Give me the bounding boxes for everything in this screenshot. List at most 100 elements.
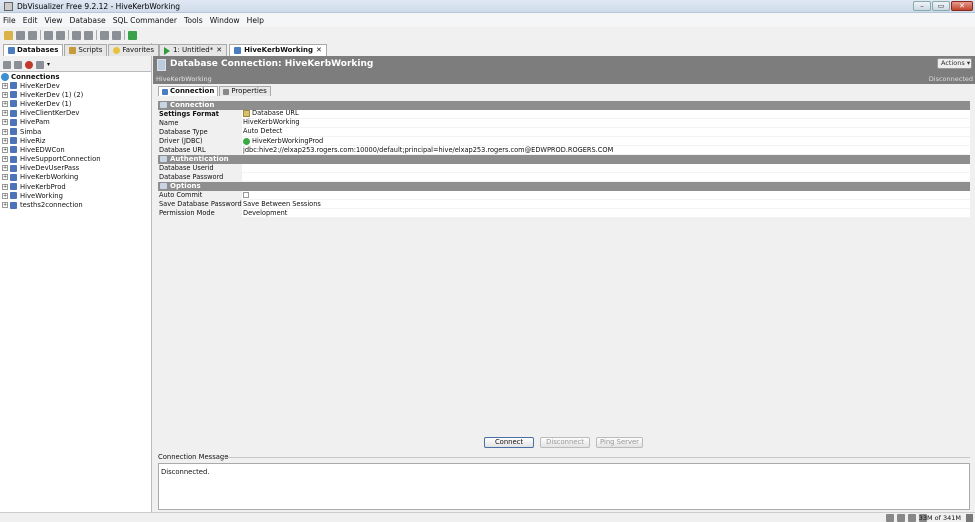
close-icon[interactable]: ✕ xyxy=(216,45,222,56)
maximize-button[interactable]: ▭ xyxy=(932,1,950,11)
expand-icon[interactable]: + xyxy=(2,192,8,199)
tree-item[interactable]: + HiveDevUserPass xyxy=(0,164,151,173)
expand-icon[interactable]: + xyxy=(2,146,8,153)
tree-item[interactable]: + HiveSupportConnection xyxy=(0,155,151,164)
minimize-button[interactable]: – xyxy=(913,1,931,11)
connection-icon xyxy=(157,59,166,71)
menu-file[interactable]: File xyxy=(3,16,16,25)
grid-icon[interactable] xyxy=(886,514,894,522)
password-field[interactable] xyxy=(242,173,970,183)
settings-icon[interactable] xyxy=(908,514,916,522)
chevron-down-icon[interactable]: ▾ xyxy=(47,61,50,68)
toolbar-separator xyxy=(96,30,97,40)
menu-window[interactable]: Window xyxy=(210,16,240,25)
permission-select[interactable]: Development xyxy=(242,209,970,219)
print-icon[interactable] xyxy=(72,30,81,40)
expand-icon[interactable]: + xyxy=(2,156,8,163)
expand-icon[interactable]: + xyxy=(2,100,8,107)
tree-item[interactable]: + HiveKerDev (1) (2) xyxy=(0,90,151,99)
close-window-button[interactable]: ✕ xyxy=(951,1,973,11)
connect-button[interactable]: Connect xyxy=(484,437,534,448)
connection-message-box[interactable]: Disconnected. xyxy=(158,463,970,510)
database-icon xyxy=(10,128,17,136)
status-bar: 33M of 341M xyxy=(0,512,975,522)
main-toolbar xyxy=(0,28,975,42)
tab-properties[interactable]: Properties xyxy=(219,86,271,96)
expand-icon[interactable]: + xyxy=(2,119,8,126)
expand-icon[interactable]: + xyxy=(2,174,8,181)
database-type-select[interactable]: Auto Detect xyxy=(242,127,970,138)
list-icon[interactable] xyxy=(897,514,905,522)
section-connection: Connection xyxy=(158,101,970,110)
expand-icon[interactable]: + xyxy=(2,165,8,172)
expand-icon[interactable]: + xyxy=(2,183,8,190)
tree-item-label: HiveKerbWorking xyxy=(20,173,79,182)
tree-item-label: HiveKerbProd xyxy=(20,182,66,191)
expand-icon[interactable]: + xyxy=(2,202,8,209)
tab-favorites[interactable]: Favorites xyxy=(108,44,159,56)
disconnect-icon[interactable] xyxy=(56,30,65,40)
tree-item[interactable]: + HiveKerDev xyxy=(0,81,151,90)
tree-item[interactable]: + HiveRiz xyxy=(0,136,151,145)
refresh-icon[interactable] xyxy=(100,30,109,40)
menu-database[interactable]: Database xyxy=(69,16,105,25)
view-options-icon[interactable] xyxy=(36,60,44,69)
save-all-icon[interactable] xyxy=(28,30,37,40)
expand-icon[interactable]: + xyxy=(2,91,8,98)
tree-item-label: HiveKerDev (1) (2) xyxy=(20,90,84,99)
close-icon[interactable]: ✕ xyxy=(316,45,322,56)
autocommit-label: Auto Commit xyxy=(158,190,242,200)
disconnect-button[interactable]: Disconnect xyxy=(540,437,590,448)
tree-item[interactable]: + HiveClientKerDev xyxy=(0,109,151,118)
tab-scripts[interactable]: Scripts xyxy=(64,44,108,56)
userid-field[interactable] xyxy=(242,163,970,174)
tree-item[interactable]: + HivePam xyxy=(0,118,151,127)
expand-icon[interactable]: + xyxy=(2,110,8,117)
menu-sql-commander[interactable]: SQL Commander xyxy=(113,16,177,25)
password-label: Database Password xyxy=(158,173,242,183)
tree-item[interactable]: + HiveKerDev (1) xyxy=(0,99,151,108)
database-url-field[interactable]: jdbc:hive2://elxap253.rogers.com:10000/d… xyxy=(242,146,970,156)
tree-item[interactable]: + HiveKerbProd xyxy=(0,182,151,191)
tree-item[interactable]: + HiveKerbWorking xyxy=(0,173,151,182)
tree-root-connections[interactable]: Connections xyxy=(0,72,151,81)
autocommit-checkbox[interactable] xyxy=(243,191,249,198)
tree-item[interactable]: + tesths2connection xyxy=(0,200,151,209)
autocommit-cell xyxy=(242,190,970,200)
tab-untitled[interactable]: 1: Untitled* ✕ xyxy=(159,44,228,56)
reconnect-icon[interactable] xyxy=(112,30,121,40)
database-icon xyxy=(10,137,17,145)
settings-format-select[interactable]: Database URL xyxy=(242,109,970,119)
menu-help[interactable]: Help xyxy=(247,16,264,25)
toolbar-separator xyxy=(40,30,41,40)
connect-icon[interactable] xyxy=(44,30,53,40)
copy-icon[interactable] xyxy=(84,30,93,40)
save-icon[interactable] xyxy=(16,30,25,40)
save-password-select[interactable]: Save Between Sessions xyxy=(242,200,970,210)
userid-label: Database Userid xyxy=(158,163,242,174)
ping-server-button[interactable]: Ping Server xyxy=(596,437,643,448)
actions-dropdown[interactable]: Actions ▾ xyxy=(937,58,972,69)
tree-item[interactable]: + HiveEDWCon xyxy=(0,145,151,154)
menu-tools[interactable]: Tools xyxy=(184,16,203,25)
connection-status: Disconnected xyxy=(928,75,973,83)
connect-all-icon[interactable] xyxy=(14,60,22,69)
new-connection-icon[interactable] xyxy=(3,60,11,69)
title-bar: DbVisualizer Free 9.2.12 - HiveKerbWorki… xyxy=(0,0,975,13)
run-icon[interactable] xyxy=(128,30,137,40)
expand-icon[interactable]: + xyxy=(2,137,8,144)
menu-edit[interactable]: Edit xyxy=(23,16,38,25)
tab-connection[interactable]: Connection xyxy=(158,86,219,96)
database-icon xyxy=(10,173,17,181)
expand-icon[interactable]: + xyxy=(2,82,8,89)
name-field[interactable]: HiveKerbWorking xyxy=(242,118,970,128)
tree-item[interactable]: + Simba xyxy=(0,127,151,136)
tab-databases[interactable]: Databases xyxy=(3,44,64,56)
expand-icon[interactable]: + xyxy=(2,128,8,135)
stop-icon[interactable] xyxy=(25,60,33,69)
tab-hivekerbworking[interactable]: HiveKerbWorking ✕ xyxy=(229,44,327,56)
trash-icon[interactable] xyxy=(966,514,973,522)
tree-item[interactable]: + HiveWorking xyxy=(0,191,151,200)
open-folder-icon[interactable] xyxy=(4,30,13,40)
menu-view[interactable]: View xyxy=(44,16,62,25)
